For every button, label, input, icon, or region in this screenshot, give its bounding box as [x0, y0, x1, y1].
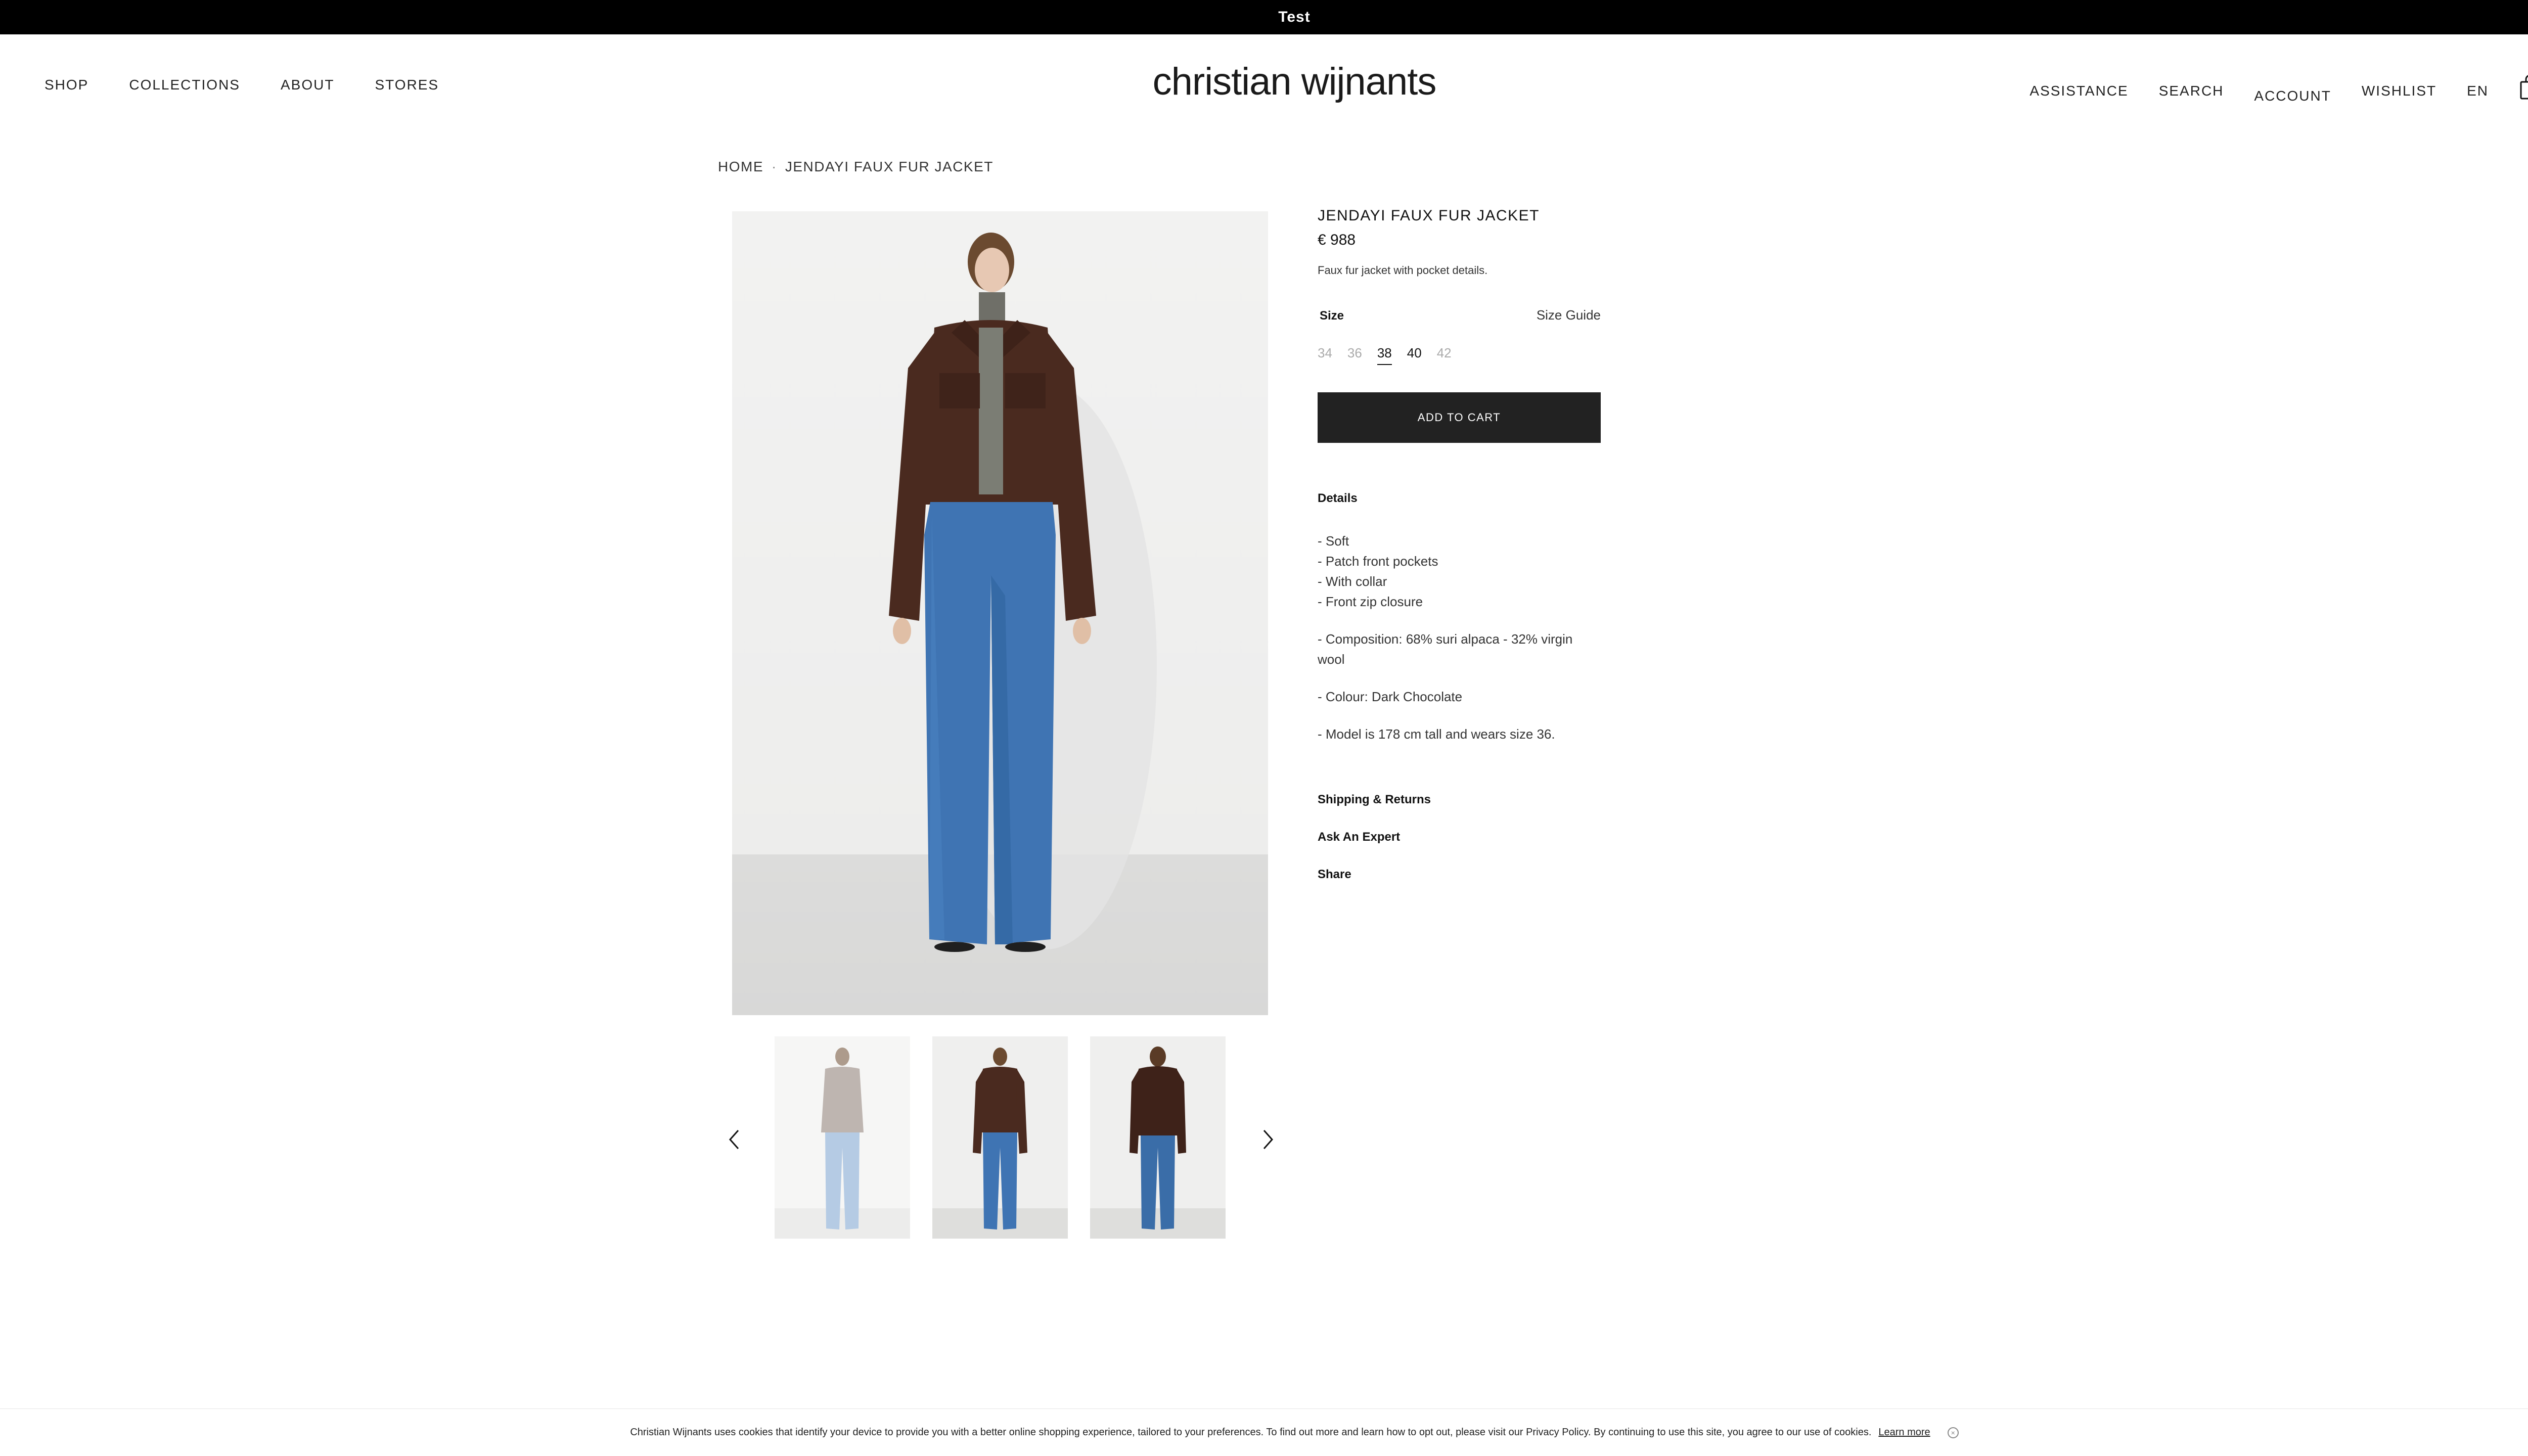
announcement-text: Test — [1278, 9, 1311, 25]
accordion-share[interactable]: Share — [1318, 868, 1601, 882]
chevron-right-icon — [1263, 1130, 1274, 1149]
close-icon[interactable]: × — [1947, 1427, 1959, 1438]
details-features: - Soft - Patch front pockets - With coll… — [1318, 531, 1601, 612]
announcement-bar: Test — [0, 0, 2528, 34]
size-option-36[interactable]: 36 — [1347, 345, 1362, 365]
nav-wishlist[interactable]: WISHLIST — [2362, 83, 2436, 99]
feature-item: - Front zip closure — [1318, 594, 1423, 609]
size-option-34[interactable]: 34 — [1318, 345, 1332, 365]
language-selector[interactable]: EN — [2467, 83, 2489, 99]
accordion-ask-expert[interactable]: Ask An Expert — [1318, 830, 1601, 844]
product-price: € 988 — [1318, 232, 1356, 248]
breadcrumb-current: JENDAYI FAUX FUR JACKET — [785, 159, 994, 174]
thumbnail-1[interactable] — [775, 1036, 910, 1239]
main-product-image[interactable] — [732, 211, 1268, 1015]
product-info: JENDAYI FAUX FUR JACKET € 988 Faux fur j… — [1318, 207, 1601, 882]
size-selector: 34 36 38 40 42 — [1318, 345, 1601, 365]
gallery-prev-button[interactable] — [723, 1125, 745, 1154]
cart-button[interactable]: 0 — [2519, 74, 2528, 102]
utility-nav: ASSISTANCE SEARCH ACCOUNT WISHLIST EN 0 — [2029, 74, 2528, 105]
cookie-text: Christian Wijnants uses cookies that ide… — [630, 1427, 1872, 1438]
thumbnail-figure — [775, 1048, 910, 1239]
details-colour: - Colour: Dark Chocolate — [1318, 689, 1463, 704]
model-figure — [889, 233, 1157, 952]
nav-account[interactable]: ACCOUNT — [2254, 88, 2331, 104]
shopping-bag-icon — [2520, 75, 2528, 100]
feature-item: - Soft — [1318, 533, 1349, 549]
breadcrumb: HOME · JENDAYI FAUX FUR JACKET — [718, 159, 994, 175]
cookie-learn-more-link[interactable]: Learn more — [1878, 1427, 1930, 1438]
feature-item: - Patch front pockets — [1318, 554, 1438, 569]
thumbnail-figure — [932, 1048, 1068, 1239]
accordion-shipping-returns[interactable]: Shipping & Returns — [1318, 793, 1601, 807]
thumbnail-2[interactable] — [932, 1036, 1068, 1239]
feature-item: - With collar — [1318, 574, 1387, 589]
size-option-38[interactable]: 38 — [1377, 345, 1392, 365]
nav-search[interactable]: SEARCH — [2159, 83, 2224, 99]
chevron-left-icon — [729, 1130, 739, 1149]
size-header: Size Size Guide — [1318, 307, 1601, 323]
details-model: - Model is 178 cm tall and wears size 36… — [1318, 726, 1555, 742]
add-to-cart-button[interactable]: ADD TO CART — [1318, 392, 1601, 443]
gallery-next-button[interactable] — [1257, 1125, 1279, 1154]
product-description: Faux fur jacket with pocket details. — [1318, 264, 1488, 277]
breadcrumb-separator: · — [772, 159, 777, 174]
cookie-banner: Christian Wijnants uses cookies that ide… — [0, 1408, 2528, 1456]
thumbnail-figure — [1090, 1046, 1226, 1239]
product-title: JENDAYI FAUX FUR JACKET — [1318, 207, 1540, 224]
details-composition: - Composition: 68% suri alpaca - 32% vir… — [1318, 631, 1573, 667]
site-header: SHOP COLLECTIONS ABOUT STORES christian … — [0, 34, 2528, 135]
details-heading[interactable]: Details — [1318, 491, 1601, 506]
size-guide-link[interactable]: Size Guide — [1537, 307, 1601, 323]
breadcrumb-home[interactable]: HOME — [718, 159, 763, 175]
thumbnail-3[interactable] — [1090, 1036, 1226, 1239]
thumbnail-gallery — [723, 1036, 1279, 1239]
size-label: Size — [1320, 309, 1344, 323]
details-content: - Soft - Patch front pockets - With coll… — [1318, 531, 1601, 744]
nav-assistance[interactable]: ASSISTANCE — [2029, 83, 2128, 99]
size-option-40[interactable]: 40 — [1407, 345, 1422, 365]
size-option-42[interactable]: 42 — [1437, 345, 1452, 365]
